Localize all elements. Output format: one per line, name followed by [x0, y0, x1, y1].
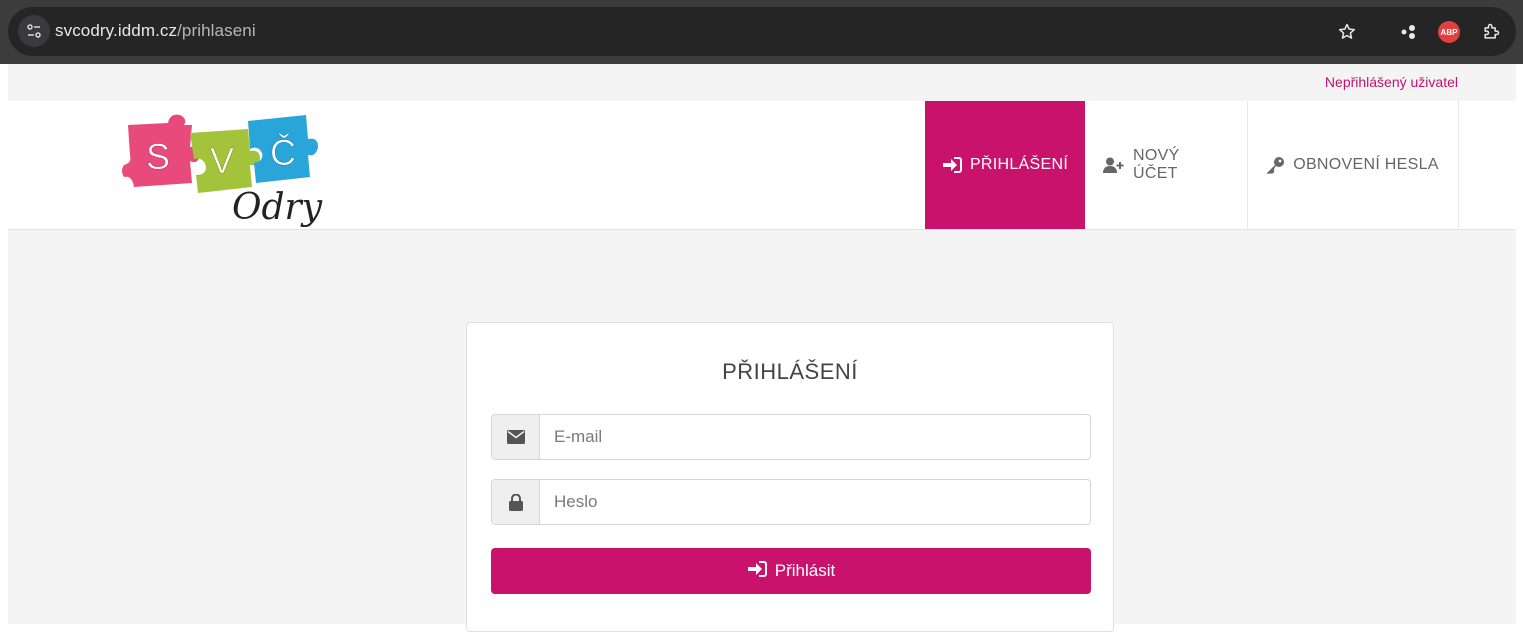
top-user-strip: Nepřihlášený uživatel [8, 64, 1516, 102]
user-plus-icon [1103, 157, 1125, 173]
main-nav: PŘIHLÁŠENÍ NOVÝ ÚČET OBNOVENÍ HESLA [925, 101, 1459, 229]
login-submit-label: Přihlásit [774, 561, 836, 580]
adblock-plus-icon[interactable]: ABP [1436, 19, 1462, 45]
key-icon [1267, 156, 1285, 174]
sign-in-icon [747, 560, 767, 582]
nav-item-label: OBNOVENÍ HESLA [1293, 156, 1439, 173]
logo-script-odry: Odry [232, 187, 323, 227]
bookmark-star-icon[interactable] [1334, 19, 1360, 45]
email-input-group [491, 414, 1091, 460]
nav-item-label: PŘIHLÁŠENÍ [969, 156, 1069, 173]
extension-puzzle-dots-icon[interactable] [1396, 19, 1422, 45]
site-header: S V Č Odry PŘIHLÁŠENÍ NOVÝ ÚČET OBNOVENÍ… [8, 101, 1516, 230]
password-input[interactable] [540, 480, 1090, 524]
extensions-icon[interactable] [1478, 19, 1504, 45]
url-text[interactable]: svcodry.iddm.cz/prihlaseni [55, 21, 256, 41]
address-bar[interactable]: svcodry.iddm.cz/prihlaseni ABP [8, 7, 1516, 56]
main-content: PŘIHLÁŠENÍ Přihlásit [8, 230, 1516, 632]
nav-item-new-account[interactable]: NOVÝ ÚČET [1085, 101, 1248, 229]
logo-letter-s: S [146, 136, 170, 177]
logo-letter-c: Č [270, 132, 296, 173]
abp-badge: ABP [1438, 21, 1460, 43]
nav-item-login[interactable]: PŘIHLÁŠENÍ [925, 101, 1085, 229]
sign-in-icon [942, 157, 962, 173]
nav-item-password-reset[interactable]: OBNOVENÍ HESLA [1248, 101, 1459, 229]
url-path: /prihlaseni [177, 21, 256, 40]
nav-item-label: NOVÝ ÚČET [1133, 147, 1180, 182]
login-card: PŘIHLÁŠENÍ Přihlásit [466, 322, 1114, 632]
lock-icon [492, 480, 540, 524]
password-input-group [491, 479, 1091, 525]
url-host: svcodry.iddm.cz [55, 21, 178, 40]
browser-toolbar: svcodry.iddm.cz/prihlaseni ABP [0, 0, 1523, 64]
svc-odry-logo[interactable]: S V Č Odry [120, 107, 330, 228]
envelope-icon [492, 415, 540, 459]
logo-letter-v: V [210, 140, 234, 181]
login-submit-button[interactable]: Přihlásit [491, 548, 1091, 594]
email-input[interactable] [540, 415, 1090, 459]
login-title: PŘIHLÁŠENÍ [722, 359, 858, 384]
user-status-link[interactable]: Nepřihlášený uživatel [1325, 74, 1458, 90]
site-info-icon[interactable] [18, 15, 50, 47]
